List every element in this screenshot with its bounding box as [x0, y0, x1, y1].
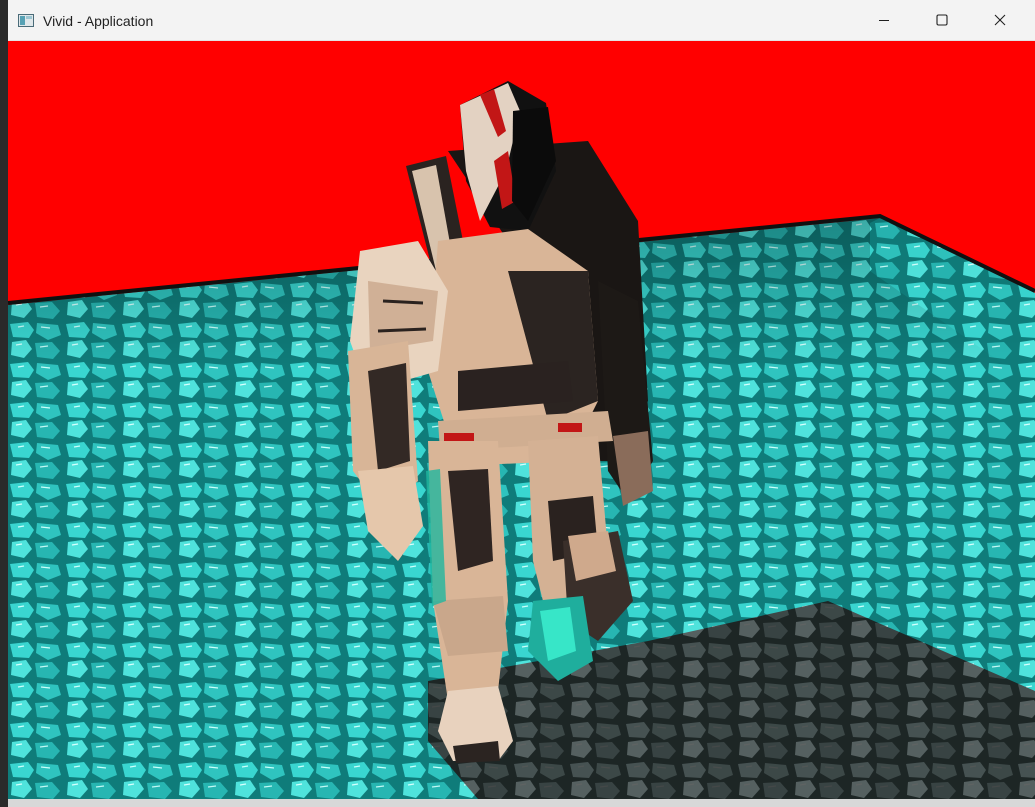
render-viewport[interactable] — [8, 41, 1035, 799]
title-bar[interactable]: Vivid - Application — [8, 0, 1035, 41]
app-window: Vivid - Application — [8, 0, 1035, 807]
maximize-button[interactable] — [919, 0, 965, 40]
scene-render — [8, 41, 1035, 799]
app-window-icon — [18, 14, 34, 27]
minimize-button[interactable] — [861, 0, 907, 40]
desktop-edge — [0, 0, 8, 807]
close-button[interactable] — [977, 0, 1023, 40]
minimize-icon — [879, 20, 889, 21]
window-title: Vivid - Application — [43, 13, 154, 29]
maximize-icon — [936, 14, 948, 26]
window-bottom-border — [8, 799, 1035, 807]
close-icon — [994, 14, 1006, 26]
